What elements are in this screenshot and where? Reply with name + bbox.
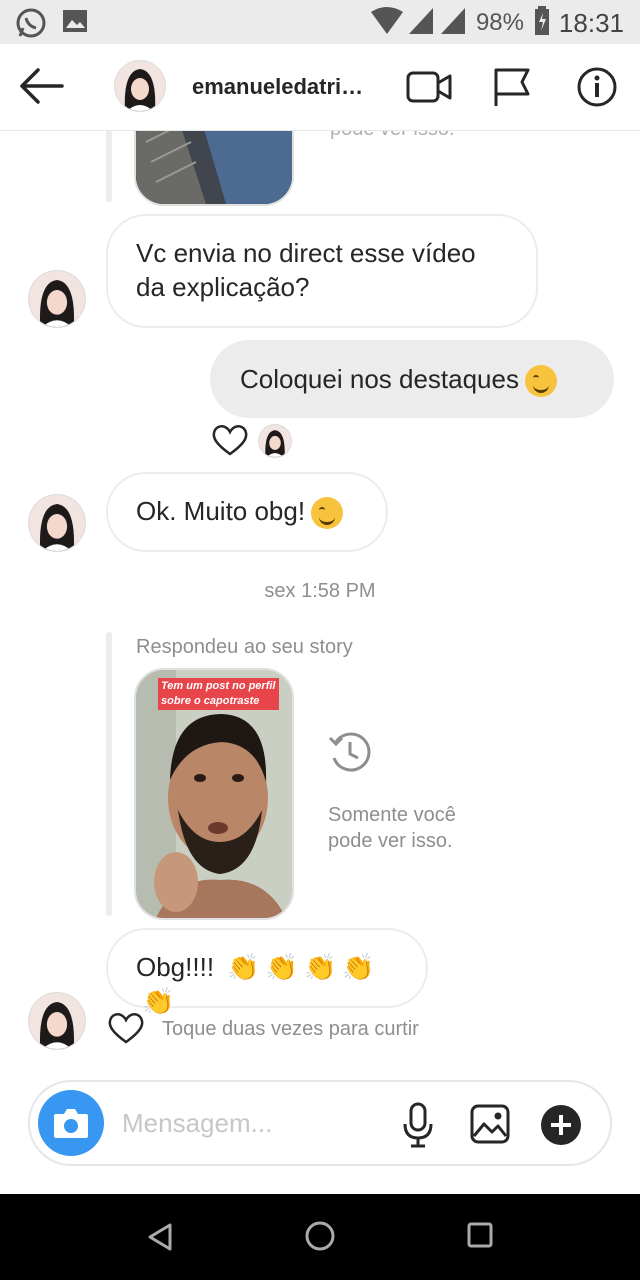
message-composer: Mensagem...: [28, 1080, 612, 1166]
winking-face-emoji: [524, 365, 557, 398]
heart-reaction-icon[interactable]: [212, 424, 248, 461]
message-text: Coloquei nos destaques: [240, 364, 519, 394]
reaction-avatar: [258, 424, 292, 458]
arrow-left-icon[interactable]: [18, 66, 64, 111]
message-text: Ok. Muito obg!: [136, 496, 306, 526]
message-text: Obg!!!!: [136, 952, 215, 982]
avatar[interactable]: [114, 60, 166, 112]
recents-square-icon[interactable]: [466, 1220, 494, 1255]
message-bubble-incoming[interactable]: Ok. Muito obg!: [106, 472, 388, 552]
clapping-hands-emoji: 👏: [142, 986, 175, 1016]
chat-username[interactable]: emanueledatri…: [192, 74, 372, 100]
microphone-icon[interactable]: [400, 1102, 436, 1153]
clapping-hands-emoji: 👏: [304, 952, 337, 982]
clapping-hands-emoji: 👏: [342, 952, 375, 982]
history-clock-icon: [326, 728, 374, 781]
clapping-hands-emoji: 👏: [265, 952, 299, 982]
message-bubble-incoming[interactable]: Vc envia no direct esse vídeo da explica…: [106, 214, 538, 328]
story-caption: Tem um post no perfil sobre o capotraste: [158, 678, 279, 710]
story-reply-bar: [106, 130, 112, 202]
video-call-icon[interactable]: [406, 68, 452, 111]
avatar[interactable]: [28, 494, 86, 552]
story-reply-label: Respondeu ao seu story: [136, 636, 353, 658]
winking-face-emoji: [311, 497, 344, 530]
clock: 18:31: [558, 8, 624, 38]
signal-icon: [440, 6, 466, 41]
battery-percentage: 98%: [475, 9, 524, 36]
camera-icon: [54, 1109, 88, 1138]
heart-icon[interactable]: [108, 1012, 144, 1049]
message-text: Vc envia no direct esse vídeo: [136, 238, 476, 268]
system-nav-bar: [0, 1194, 640, 1280]
whatsapp-icon: [14, 6, 48, 45]
like-hint: Toque duas vezes para curtir: [162, 1018, 419, 1040]
home-circle-icon[interactable]: [304, 1220, 336, 1257]
message-text: da explicação?: [136, 272, 310, 302]
battery-icon: [534, 6, 550, 41]
chat-header: emanueledatri…: [0, 44, 640, 131]
back-triangle-icon[interactable]: [146, 1222, 174, 1257]
message-timestamp: sex 1:58 PM: [264, 580, 376, 602]
gallery-icon[interactable]: [470, 1104, 510, 1149]
avatar[interactable]: [28, 992, 86, 1050]
message-bubble-outgoing[interactable]: Coloquei nos destaques: [210, 340, 614, 418]
avatar[interactable]: [28, 270, 86, 328]
info-icon[interactable]: [576, 66, 618, 113]
flag-icon[interactable]: [492, 66, 532, 113]
signal-icon: [408, 6, 434, 41]
message-bubble-incoming[interactable]: Obg!!!! 👏 👏 👏 👏👏: [106, 928, 428, 1016]
message-input[interactable]: Mensagem...: [122, 1108, 272, 1139]
clapping-hands-emoji: 👏: [227, 952, 260, 982]
story-reply-bar: [106, 632, 112, 916]
plus-circle-icon[interactable]: [540, 1104, 582, 1151]
camera-button[interactable]: [38, 1090, 104, 1156]
story-privacy-note: Somente você pode ver isso.: [328, 804, 456, 852]
status-bar: 98% 18:31: [0, 0, 640, 44]
image-notification-icon: [62, 6, 88, 41]
wifi-icon: [370, 6, 404, 41]
story-thumbnail[interactable]: Tem um post no perfil sobre o capotraste: [134, 668, 294, 920]
